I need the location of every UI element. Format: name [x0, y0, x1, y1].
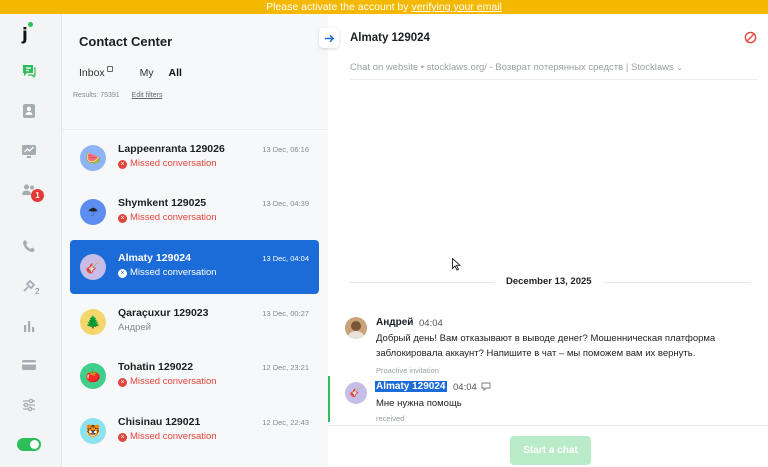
missed-icon: × [118, 214, 127, 223]
conversation-time: 12 Dec, 22:43 [262, 418, 309, 427]
missed-icon: × [118, 433, 127, 442]
missed-icon: × [118, 378, 127, 387]
billing-icon[interactable] [21, 357, 37, 373]
conversation-item[interactable]: 🐯 Chisinau 129021 × Missed conversation 12 D… [70, 404, 319, 458]
results-count: Results: 75391 [73, 92, 120, 99]
list-meta: Results: 75391 Edit filters [73, 92, 172, 99]
message-time: 04:04 [453, 382, 477, 393]
conversation-name: Qaraçuxur 129023 [118, 307, 209, 319]
conversation-status-text: Missed conversation [130, 212, 217, 223]
message-time: 04:04 [419, 318, 443, 329]
tab-inbox-label: Inbox [79, 67, 105, 79]
conversation-status-text: Missed conversation [130, 267, 217, 278]
footer-divider [328, 425, 768, 426]
mouse-cursor-icon [452, 258, 461, 271]
conversation-item[interactable]: 🍉 Lappeenranta 129026 × Missed conversation… [70, 131, 319, 185]
analytics-icon[interactable] [21, 143, 37, 159]
list-divider [62, 129, 328, 130]
conversation-status-text: Missed conversation [130, 376, 217, 387]
reports-icon[interactable] [21, 318, 37, 334]
agent-avatar [345, 317, 367, 339]
message-text: Мне нужна помощь [376, 398, 462, 409]
chat-icon[interactable] [21, 63, 37, 79]
message-note: received [376, 414, 405, 423]
message-author: Almaty 129024 [375, 381, 447, 392]
settings-icon[interactable] [21, 397, 37, 413]
conversation-status-text: Missed conversation [130, 431, 217, 442]
conversation-status-text: Андрей [118, 322, 151, 333]
message-author: Андрей [376, 317, 414, 328]
chat-source-text: Chat on website • stocklaws.org/ - Возвр… [350, 62, 674, 73]
logo-dot [28, 22, 33, 27]
integrations-count: 2 [35, 287, 40, 296]
panel-title: Contact Center [79, 34, 173, 49]
message-note: Proactive invitation [376, 366, 439, 375]
conversation-status: × Missed conversation [118, 158, 217, 169]
conversation-list-panel: Contact Center Inbox My All Results: 753… [62, 14, 328, 467]
date-separator: December 13, 2025 [494, 276, 604, 287]
banner-text: Please activate the account by [266, 1, 412, 13]
verify-email-link[interactable]: verifying your email [411, 1, 501, 13]
chat-panel: Almaty 129024 Chat on website • stocklaw… [319, 14, 768, 467]
conversation-time: 13 Dec, 04:04 [262, 254, 309, 263]
chat-source[interactable]: Chat on website • stocklaws.org/ - Возвр… [350, 62, 683, 73]
team-badge: 1 [31, 189, 44, 202]
conversation-name: Shymkent 129025 [118, 197, 207, 209]
contact-avatar: 🌲 [80, 309, 106, 335]
left-nav-rail: j 1 2 [0, 14, 62, 467]
conversation-name: Chisinau 129021 [118, 416, 201, 428]
conversation-time: 13 Dec, 04:39 [262, 199, 309, 208]
conversation-status: Андрей [118, 322, 151, 333]
phone-icon[interactable] [21, 238, 37, 254]
conversation-time: 13 Dec, 06:16 [262, 145, 309, 154]
selected-author-text: Almaty 129024 [375, 381, 447, 392]
conversation-time: 12 Dec, 23:21 [262, 363, 309, 372]
conversation-name: Lappeenranta 129026 [118, 143, 225, 155]
conversation-item[interactable]: 🌲 Qaraçuxur 129023 Андрей 13 Dec, 00:27 [70, 295, 319, 349]
contact-avatar: ☂ [80, 199, 106, 225]
chat-title: Almaty 129024 [350, 32, 430, 44]
conversation-status: × Missed conversation [118, 431, 217, 442]
header-divider [350, 79, 758, 80]
start-chat-button[interactable]: Start a chat [510, 436, 591, 465]
collapse-button[interactable] [319, 28, 339, 48]
conversation-status: × Missed conversation [118, 212, 217, 223]
message-text-line2: заблокировала аккаунт? Напишите в чат – … [376, 348, 696, 359]
arrow-right-icon [324, 34, 334, 42]
contact-avatar: 🐯 [80, 418, 106, 444]
list-tabs: Inbox My All [79, 66, 194, 79]
conversation-status: × Missed conversation [118, 267, 217, 278]
chevron-down-icon: ⌄ [676, 63, 684, 72]
contact-avatar: 🎸 [80, 254, 106, 280]
reply-icon[interactable] [481, 382, 491, 392]
contact-avatar: 🍉 [80, 145, 106, 171]
conversation-time: 13 Dec, 00:27 [262, 309, 309, 318]
conversation-item[interactable]: 🍅 Tohatin 129022 × Missed conversation 12 De… [70, 349, 319, 403]
message-text-line1: Добрый день! Вам отказывают в выводе ден… [376, 333, 716, 344]
block-icon[interactable] [744, 31, 757, 44]
conversation-name: Tohatin 129022 [118, 361, 194, 373]
conversation-item[interactable]: 🎸 Almaty 129024 × Missed conversation 13 Dec… [70, 240, 319, 294]
missed-icon: × [118, 160, 127, 169]
conversation-name: Almaty 129024 [118, 252, 191, 264]
conversation-status: × Missed conversation [118, 376, 217, 387]
message-highlight-bar [328, 376, 330, 422]
tab-all[interactable]: All [169, 67, 182, 79]
conversation-status-text: Missed conversation [130, 158, 217, 169]
conversation-item[interactable]: ☂ Shymkent 129025 × Missed conversation 13 D… [70, 185, 319, 239]
edit-filters-link[interactable]: Edit filters [132, 92, 163, 99]
tab-inbox[interactable]: Inbox [79, 66, 125, 79]
tab-my[interactable]: My [140, 67, 154, 79]
activation-banner: Please activate the account by verifying… [0, 0, 768, 14]
missed-icon: × [118, 269, 127, 278]
visitor-avatar: 🎸 [345, 382, 367, 404]
availability-toggle[interactable] [17, 438, 41, 451]
contacts-icon[interactable] [21, 103, 37, 119]
lock-icon [106, 66, 113, 72]
app-logo[interactable]: j [22, 25, 28, 45]
contact-avatar: 🍅 [80, 363, 106, 389]
